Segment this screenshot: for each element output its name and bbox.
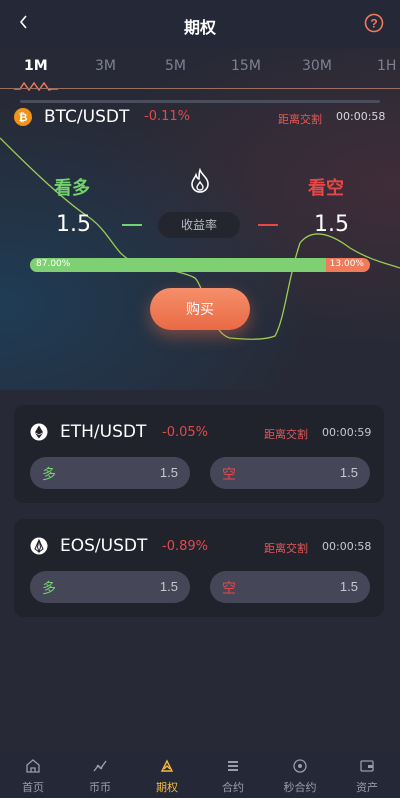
bottom-nav: 首页 币币 期权 合约 秒合约 资产 <box>0 752 400 798</box>
long-dash <box>122 224 142 226</box>
short-title: 看空 <box>308 178 344 199</box>
nav-item-options[interactable]: 期权 <box>134 752 200 798</box>
long-ratio-label: 87.00% <box>36 259 71 269</box>
pair-change: -0.89% <box>162 539 208 554</box>
pair-change: -0.05% <box>162 425 208 440</box>
short-label: 空 <box>222 580 236 596</box>
long-button[interactable]: 多 1.5 <box>30 457 190 489</box>
tab-5m[interactable]: 5M <box>165 58 186 74</box>
long-short-ratio-bar: 87.00% 13.00% <box>30 258 370 272</box>
buy-button[interactable]: 购买 <box>150 288 250 330</box>
short-dash <box>258 224 278 226</box>
long-title: 看多 <box>54 178 90 199</box>
nav-item-home[interactable]: 首页 <box>0 752 66 798</box>
trend-icon <box>93 760 107 772</box>
nav-item-contract[interactable]: 合约 <box>200 752 266 798</box>
eth-coin-icon <box>30 423 48 441</box>
long-label: 多 <box>42 580 56 596</box>
nav-item-spot[interactable]: 币币 <box>67 752 133 798</box>
pair-name: EOS/USDT <box>60 536 148 556</box>
help-icon[interactable]: ? <box>364 13 384 33</box>
nav-item-assets[interactable]: 资产 <box>334 752 400 798</box>
nav-label: 首页 <box>22 781 44 794</box>
long-ratio-fill <box>30 258 326 272</box>
svg-text:?: ? <box>370 17 377 31</box>
short-odds: 1.5 <box>339 465 358 480</box>
progress-track <box>20 100 380 103</box>
options-icon <box>160 759 174 772</box>
countdown-label: 距离交割 <box>278 113 322 126</box>
tab-3m[interactable]: 3M <box>95 58 116 74</box>
short-button[interactable]: 空 1.5 <box>210 457 370 489</box>
nav-label: 资产 <box>356 781 378 794</box>
fire-icon <box>191 168 209 193</box>
countdown-value: 00:00:59 <box>322 426 372 439</box>
active-tab-indicator <box>14 81 58 92</box>
header: 期权 ? <box>0 0 400 48</box>
short-odds: 1.5 <box>339 579 358 594</box>
long-odds: 1.5 <box>159 579 178 594</box>
long-odds: 1.5 <box>159 465 178 480</box>
tab-15m[interactable]: 15M <box>231 58 261 74</box>
short-value: 1.5 <box>314 212 349 237</box>
tab-1h[interactable]: 1H <box>377 58 396 74</box>
nav-label: 期权 <box>156 781 178 794</box>
short-ratio-label: 13.00% <box>329 259 364 269</box>
main-pair-name: BTC/USDT <box>44 107 130 127</box>
yield-label: 收益率 <box>158 212 240 238</box>
timeframe-tabs: 1M 3M 5M 15M 30M 1H <box>0 48 400 86</box>
short-label: 空 <box>222 466 236 482</box>
pair-card-eos[interactable]: EOS/USDT -0.89% 距离交割 00:00:58 多 1.5 空 1.… <box>14 519 384 617</box>
hero-panel: 1M 3M 5M 15M 30M 1H ₿ BTC/USDT -0.11% 距离… <box>0 48 400 390</box>
wallet-icon <box>360 760 374 772</box>
nav-label: 币币 <box>89 781 111 794</box>
pair-card-eth[interactable]: ETH/USDT -0.05% 距离交割 00:00:59 多 1.5 空 1.… <box>14 405 384 503</box>
pair-name: ETH/USDT <box>60 422 147 442</box>
main-pair-change: -0.11% <box>144 109 190 124</box>
main-pair-row: ₿ BTC/USDT -0.11% 距离交割 00:00:58 <box>0 106 400 128</box>
nav-label: 秒合约 <box>283 781 317 794</box>
countdown-value: 00:00:58 <box>336 110 386 123</box>
nav-item-second-contract[interactable]: 秒合约 <box>267 752 333 798</box>
countdown-label: 距离交割 <box>264 542 308 555</box>
tabs-divider <box>0 88 400 89</box>
long-label: 多 <box>42 466 56 482</box>
svg-text:₿: ₿ <box>19 112 28 124</box>
btc-coin-icon: ₿ <box>14 108 32 126</box>
tab-30m[interactable]: 30M <box>302 58 332 74</box>
long-value: 1.5 <box>56 212 91 237</box>
short-button[interactable]: 空 1.5 <box>210 571 370 603</box>
countdown-value: 00:00:58 <box>322 540 372 553</box>
home-icon <box>26 759 40 773</box>
nav-label: 合约 <box>222 781 244 794</box>
countdown-label: 距离交割 <box>264 428 308 441</box>
contract-icon <box>228 761 238 771</box>
eos-coin-icon <box>30 537 48 555</box>
tab-1m[interactable]: 1M <box>24 58 48 74</box>
page-title: 期权 <box>183 18 216 37</box>
second-contract-icon <box>293 759 307 773</box>
long-button[interactable]: 多 1.5 <box>30 571 190 603</box>
